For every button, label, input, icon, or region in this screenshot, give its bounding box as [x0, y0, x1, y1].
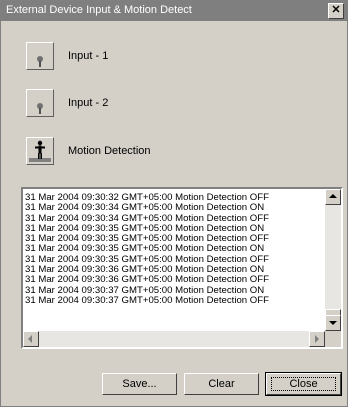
window-title: External Device Input & Motion Detect: [6, 4, 192, 16]
horizontal-scrollbar[interactable]: [23, 331, 325, 347]
close-window-button[interactable]: ✕: [328, 3, 344, 19]
scroll-right-button[interactable]: [309, 331, 325, 347]
input-sensor-icon: [37, 103, 43, 114]
input-1-label: Input - 1: [68, 50, 109, 62]
scroll-up-button[interactable]: [325, 189, 341, 205]
arrow-down-icon: [329, 321, 337, 325]
scroll-down-button[interactable]: [325, 315, 341, 331]
save-button[interactable]: Save...: [102, 373, 177, 395]
person-motion-icon: [29, 140, 51, 162]
arrow-up-icon: [329, 194, 337, 198]
save-button-label: Save...: [122, 378, 157, 390]
input-2-button[interactable]: [26, 89, 54, 117]
close-button[interactable]: Close: [265, 372, 342, 396]
arrow-right-icon: [315, 335, 319, 343]
event-log-lines: 31 Mar 2004 09:30:32 GMT+05:00 Motion De…: [25, 192, 323, 306]
scroll-left-button[interactable]: [23, 331, 39, 347]
input-1-button[interactable]: [26, 42, 54, 70]
arrow-left-icon: [28, 335, 32, 343]
log-entry: 31 Mar 2004 09:30:37 GMT+05:00 Motion De…: [25, 294, 269, 306]
clear-button[interactable]: Clear: [184, 373, 259, 395]
motion-detection-button[interactable]: [26, 137, 54, 165]
input-2-label: Input - 2: [68, 97, 109, 109]
close-button-label: Close: [289, 378, 318, 390]
vertical-scrollbar[interactable]: [325, 189, 341, 331]
clear-button-label: Clear: [208, 378, 235, 390]
event-log-list[interactable]: 31 Mar 2004 09:30:32 GMT+05:00 Motion De…: [21, 187, 343, 349]
external-device-dialog: External Device Input & Motion Detect ✕ …: [0, 0, 348, 407]
scrollbar-corner: [325, 331, 341, 347]
input-sensor-icon: [37, 56, 43, 67]
title-bar: External Device Input & Motion Detect ✕: [1, 1, 347, 21]
motion-detection-label: Motion Detection: [68, 145, 151, 157]
